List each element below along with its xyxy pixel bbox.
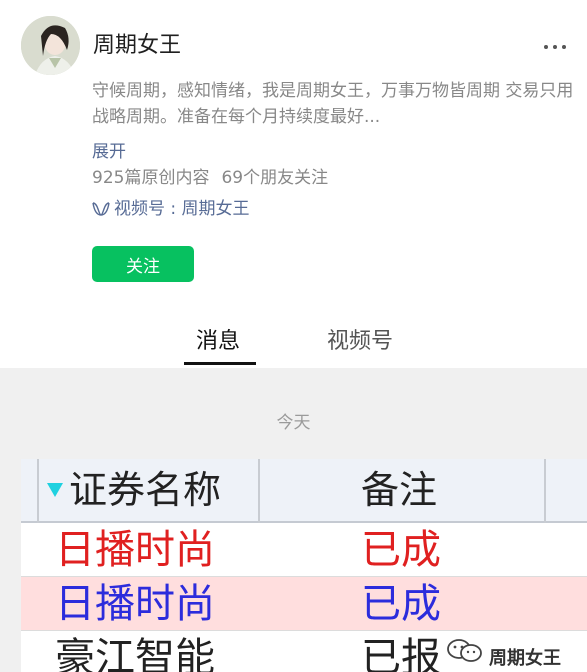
account-name: 周期女王: [93, 33, 182, 58]
date-divider: 今天: [276, 413, 311, 433]
wechat-logo-icon: [447, 639, 482, 662]
order-status: 已成: [361, 581, 441, 627]
tab-messages[interactable]: 消息: [196, 326, 240, 358]
video-channel-link[interactable]: 视频号 : 周期女王: [92, 197, 250, 221]
channels-icon: [92, 202, 110, 216]
profile-header: 周期女王 守候周期，感知情绪，我是周期女王，万事万物皆周期 交易只用战略周期。准…: [0, 0, 587, 368]
security-name: 日播时尚: [55, 527, 215, 573]
sort-desc-icon: [47, 483, 63, 497]
follow-button[interactable]: 关注: [92, 246, 194, 282]
table-header-name: 证券名称: [69, 468, 222, 512]
table-row: 日播时尚 已成: [21, 523, 587, 577]
watermark-text: 周期女王: [489, 648, 561, 669]
friends-follow-count: 69个朋友关注: [221, 168, 329, 188]
original-count: 925篇原创内容: [92, 168, 210, 188]
more-options-icon[interactable]: [544, 42, 572, 52]
order-status: 已成: [361, 527, 441, 573]
account-description: 守候周期，感知情绪，我是周期女王，万事万物皆周期 交易只用战略周期。准备在每个月…: [92, 81, 574, 127]
avatar[interactable]: [21, 16, 80, 75]
security-name: 豪江智能: [55, 635, 215, 672]
channel-label: 视频号 : 周期女王: [114, 199, 250, 219]
table-header-row: 证券名称 备注: [21, 459, 587, 523]
active-tab-indicator: [184, 362, 256, 365]
expand-link[interactable]: 展开: [92, 137, 126, 162]
tab-bar: 消息 视频号: [0, 322, 587, 366]
table-row: 日播时尚 已成: [21, 577, 587, 631]
tab-channels[interactable]: 视频号: [327, 326, 393, 358]
security-name: 日播时尚: [55, 581, 215, 627]
account-stats: 925篇原创内容 69个朋友关注: [92, 166, 328, 190]
table-header-note: 备注: [361, 468, 438, 512]
watermark: 周期女王: [425, 630, 587, 672]
